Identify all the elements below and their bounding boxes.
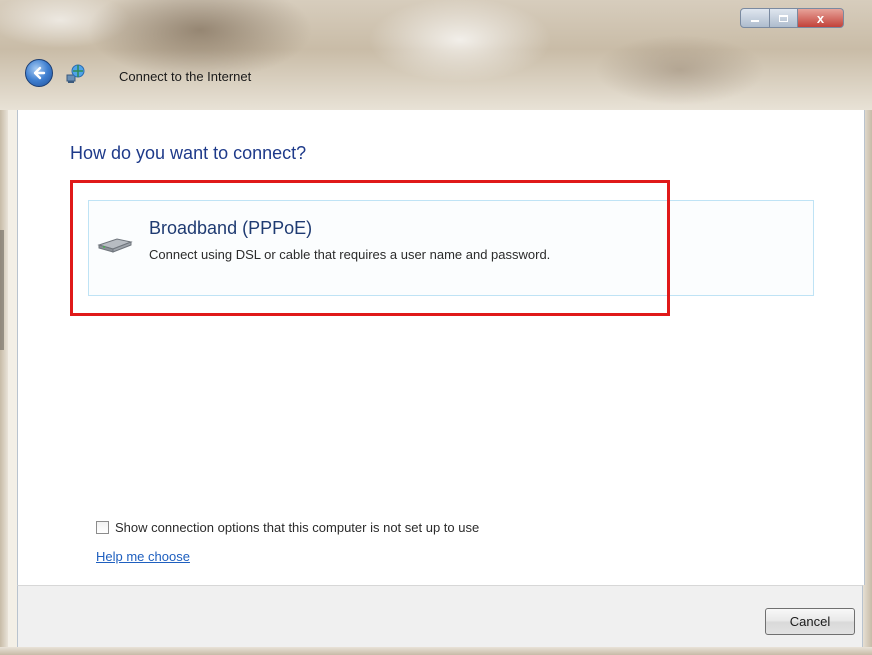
back-button[interactable]	[25, 59, 53, 87]
close-button[interactable]: x	[798, 8, 844, 28]
close-icon: x	[816, 10, 825, 26]
maximize-icon	[779, 14, 788, 22]
cancel-button[interactable]: Cancel	[765, 608, 855, 635]
footer-bar: Cancel	[17, 585, 863, 647]
maximize-button[interactable]	[770, 8, 798, 28]
window-border-left	[0, 110, 8, 655]
show-options-row[interactable]: Show connection options that this comput…	[96, 520, 479, 535]
window-controls: x	[740, 8, 865, 28]
back-arrow-icon	[33, 66, 46, 80]
window-border-bottom	[0, 647, 872, 655]
network-globe-icon	[66, 64, 85, 83]
content-area: How do you want to connect? Broadband (P…	[17, 110, 865, 585]
show-options-checkbox[interactable]	[96, 521, 109, 534]
dialog-window: x Connect to the Internet How do you wan…	[0, 0, 872, 655]
minimize-button[interactable]	[740, 8, 770, 28]
option-title: Broadband (PPPoE)	[149, 218, 313, 238]
page-heading: How do you want to connect?	[70, 143, 307, 163]
option-description: Connect using DSL or cable that requires…	[149, 247, 551, 262]
minimize-icon	[751, 20, 759, 22]
help-me-choose-link[interactable]: Help me choose	[96, 549, 190, 564]
option-broadband-pppoe[interactable]: Broadband (PPPoE) Connect using DSL or c…	[88, 200, 814, 296]
modem-icon	[97, 238, 133, 253]
show-options-label[interactable]: Show connection options that this comput…	[115, 520, 479, 535]
window-title: Connect to the Internet	[119, 69, 252, 84]
window-shadow	[0, 230, 4, 350]
